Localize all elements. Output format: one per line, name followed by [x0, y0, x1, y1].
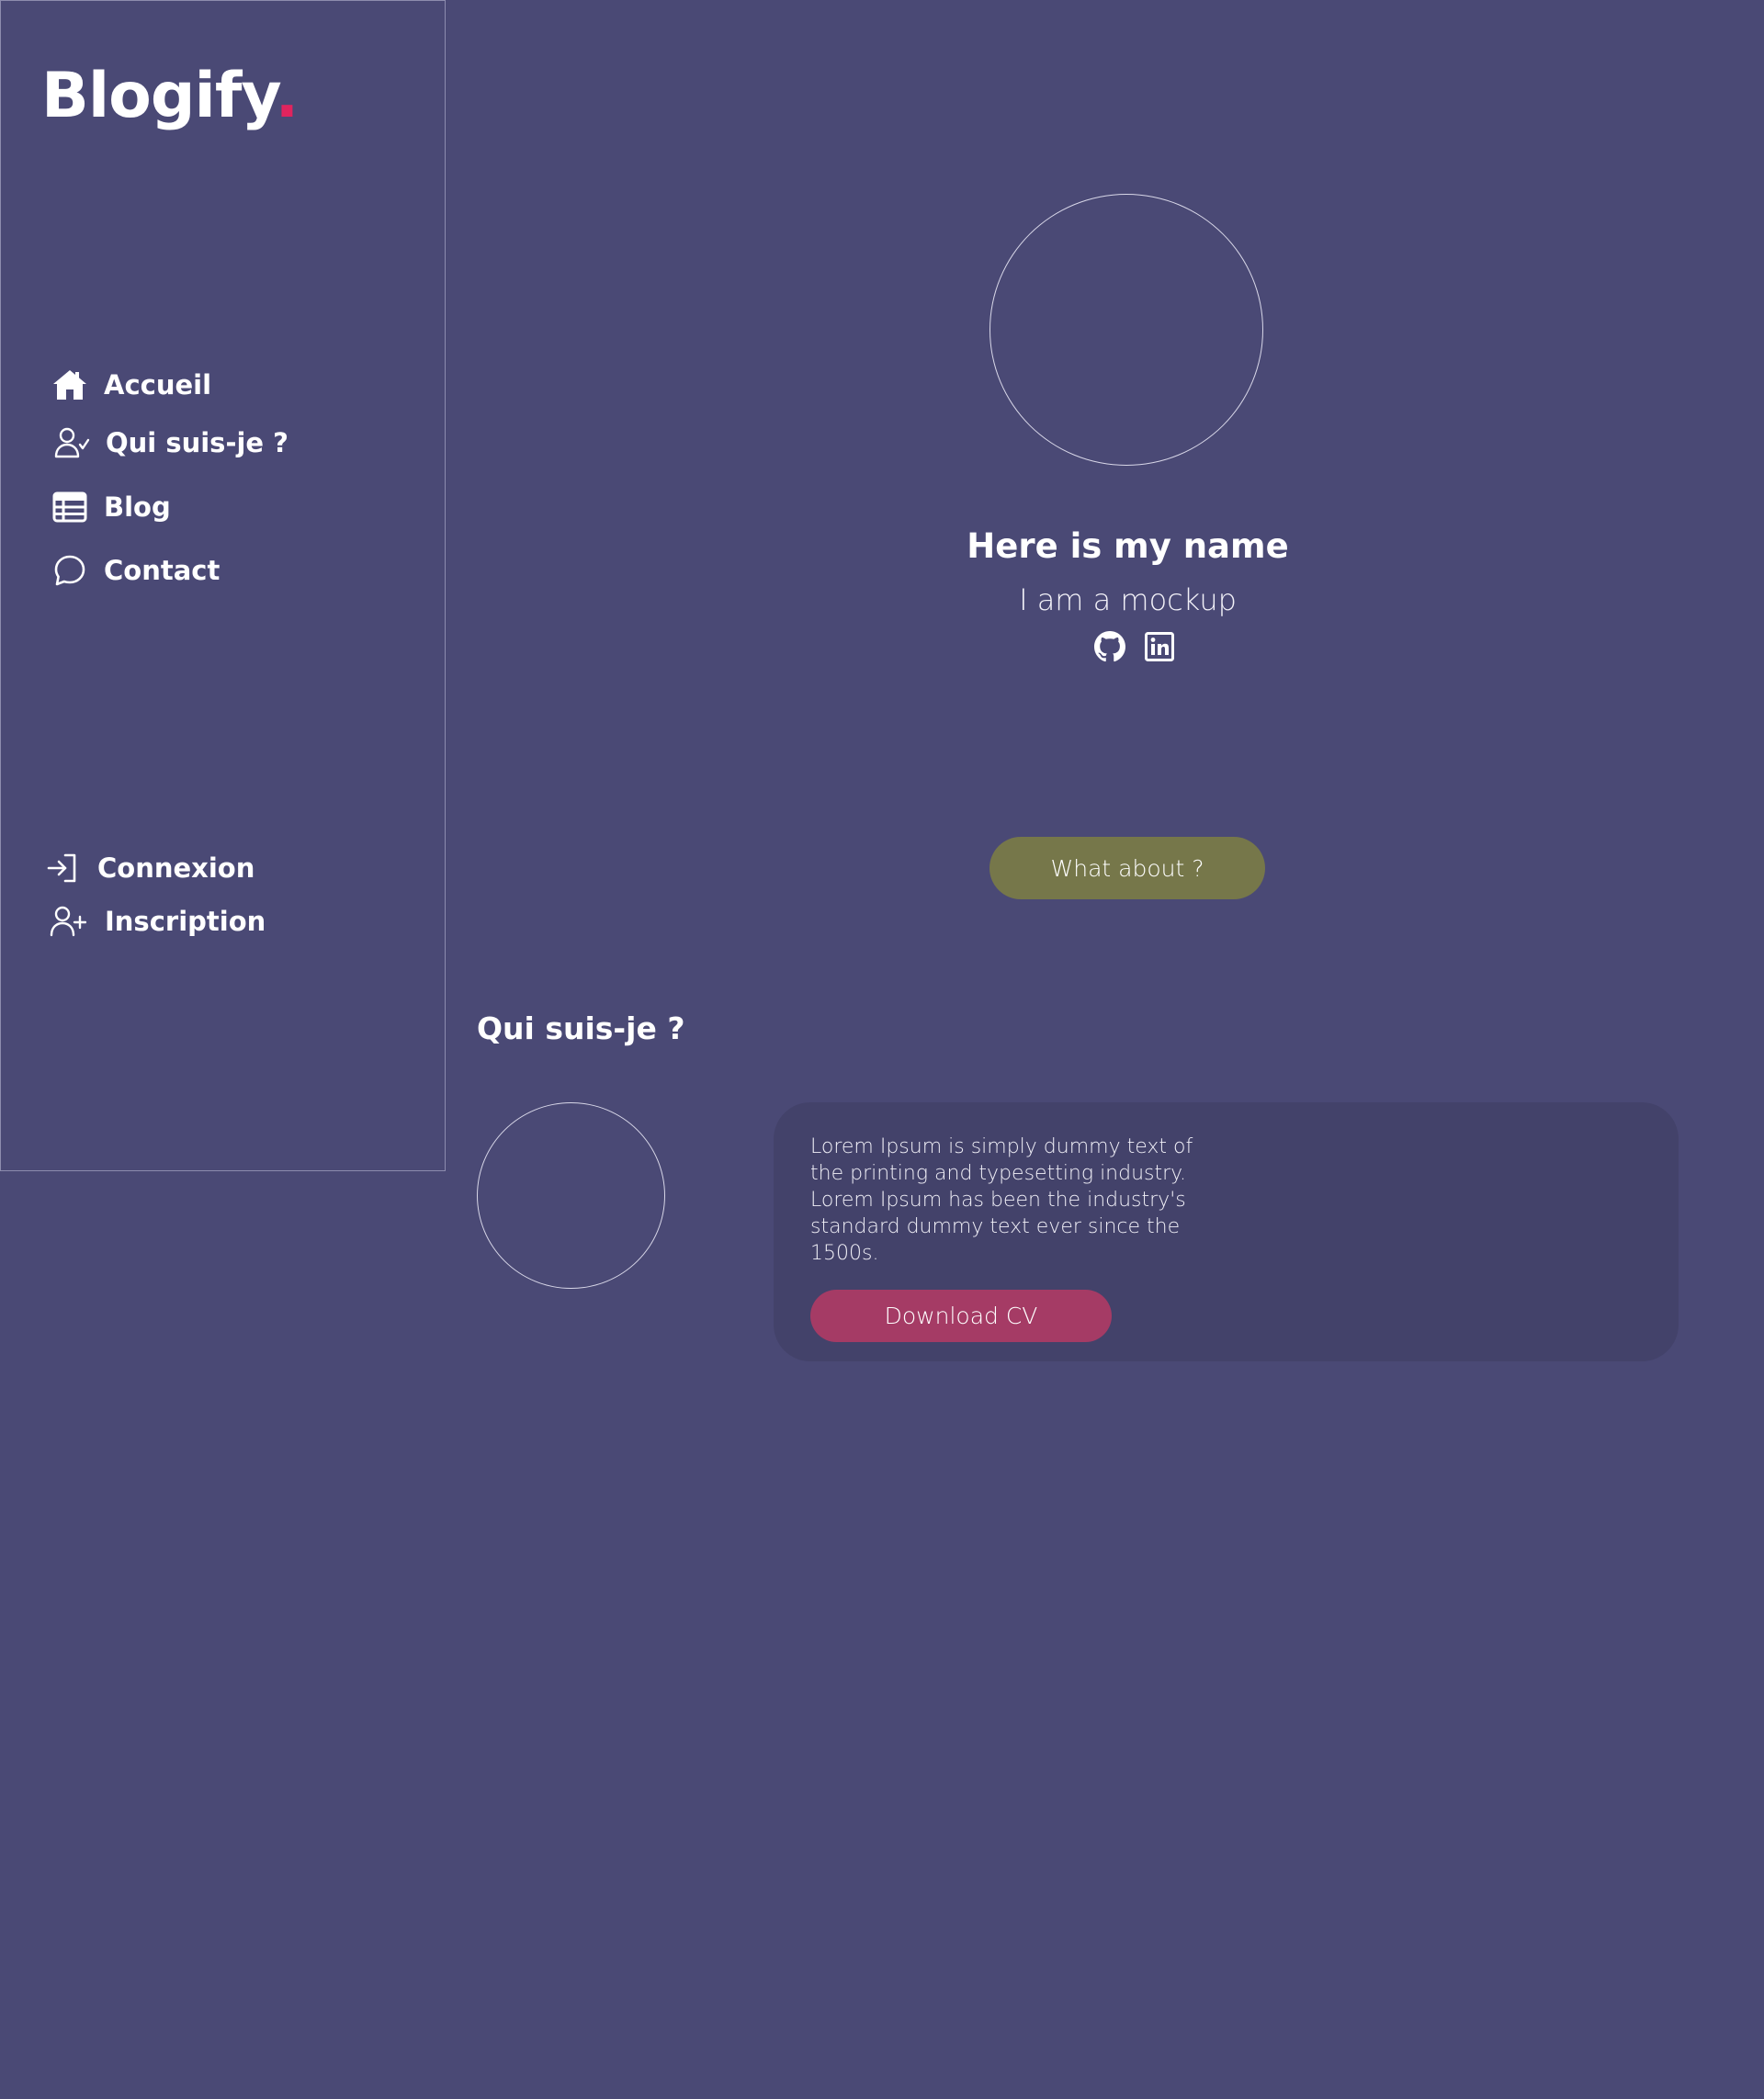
about-card: Lorem Ipsum is simply dummy text of the …: [774, 1102, 1679, 1361]
user-check-icon: [51, 423, 92, 463]
nav-label-accueil: Accueil: [104, 369, 212, 401]
nav-item-contact[interactable]: Contact: [50, 550, 220, 591]
logo-text: Blogify: [41, 60, 277, 132]
profile-subtitle: I am a mockup: [1019, 582, 1237, 617]
nav-item-qui-suis-je[interactable]: Qui suis-je ?: [51, 423, 288, 463]
auth-label-connexion: Connexion: [97, 852, 255, 884]
user-plus-icon: [48, 901, 88, 942]
profile-name: Here is my name: [967, 526, 1289, 566]
home-icon: [50, 365, 90, 405]
sidebar: Blogify. Accueil Qui suis-je ? Blog Cont…: [0, 0, 446, 1171]
nav-label-qui-suis-je: Qui suis-je ?: [106, 427, 289, 458]
nav-label-contact: Contact: [104, 555, 220, 586]
linkedin-icon[interactable]: [1143, 630, 1176, 663]
about-text: Lorem Ipsum is simply dummy text of the …: [810, 1135, 1193, 1265]
logo[interactable]: Blogify.: [41, 65, 299, 128]
nav-label-blog: Blog: [104, 491, 171, 523]
nav-item-accueil[interactable]: Accueil: [50, 365, 211, 405]
about-avatar: [477, 1102, 665, 1289]
download-cv-button[interactable]: Download CV: [810, 1290, 1112, 1342]
login-icon: [40, 848, 85, 888]
logo-dot: .: [275, 60, 300, 132]
github-icon[interactable]: [1093, 630, 1126, 663]
profile-avatar: [989, 194, 1263, 466]
auth-item-connexion[interactable]: Connexion: [40, 848, 254, 888]
section-title-about: Qui suis-je ?: [477, 1010, 685, 1046]
social-links: [1093, 630, 1176, 663]
what-about-button[interactable]: What about ?: [989, 837, 1265, 899]
table-list-icon: [50, 487, 90, 527]
chat-bubble-icon: [50, 550, 90, 591]
auth-item-inscription[interactable]: Inscription: [48, 901, 266, 942]
nav-item-blog[interactable]: Blog: [50, 487, 171, 527]
auth-label-inscription: Inscription: [105, 906, 266, 937]
